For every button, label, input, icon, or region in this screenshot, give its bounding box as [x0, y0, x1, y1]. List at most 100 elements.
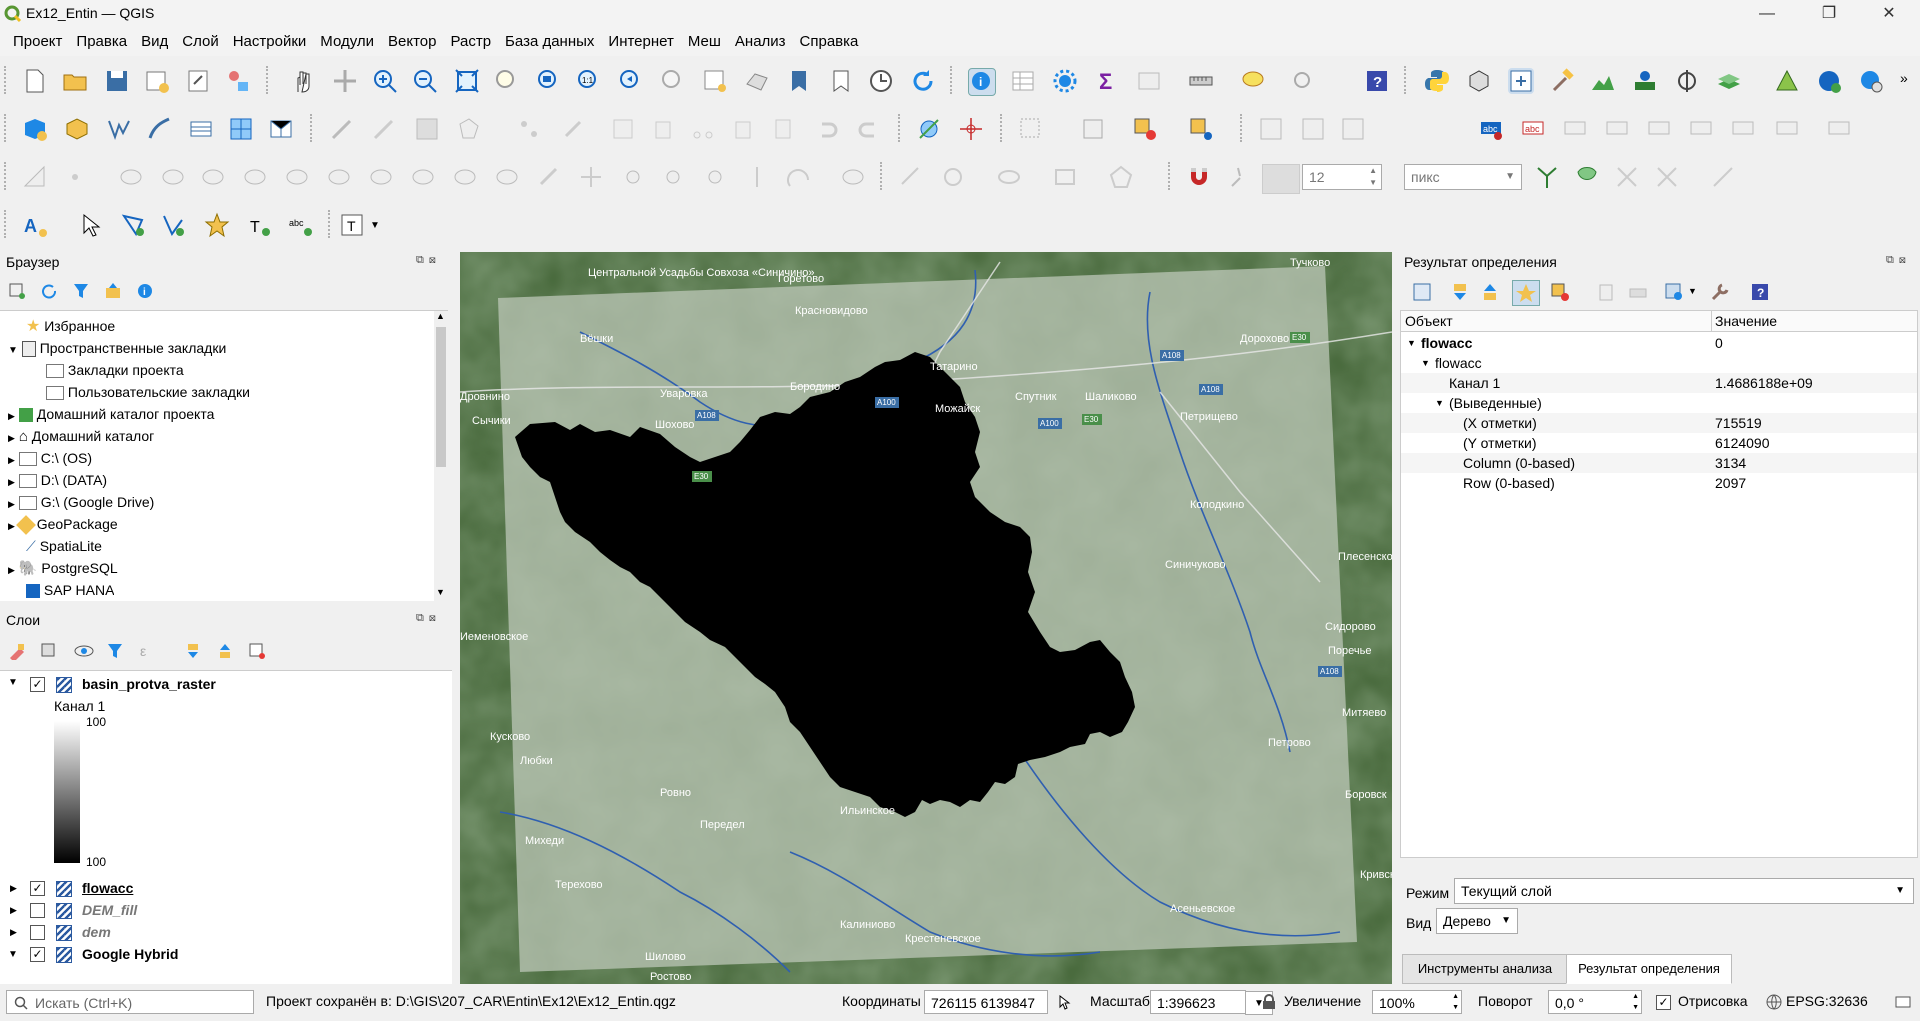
render-checkbox[interactable]: ✓: [1656, 995, 1671, 1010]
select-location-icon[interactable]: [1188, 116, 1214, 142]
map-canvas[interactable]: Центральной Усадьбы Совхоза «Синичино» Г…: [460, 252, 1392, 984]
crs-globe-icon[interactable]: [1766, 994, 1782, 1010]
select-label-icon[interactable]: [78, 212, 104, 238]
refresh-icon[interactable]: [910, 68, 936, 94]
label-tool-9-icon[interactable]: [1826, 116, 1852, 142]
layer-visibility-checkbox[interactable]: ✓: [30, 881, 45, 896]
circle-digitize-icon[interactable]: [940, 164, 966, 190]
highlight-label-icon[interactable]: abc: [1478, 116, 1504, 142]
layer-visibility-checkbox[interactable]: [30, 903, 45, 918]
zoom-last-icon[interactable]: [618, 68, 644, 94]
select-by-value-icon[interactable]: [1080, 116, 1106, 142]
new-mesh-layer-icon[interactable]: [268, 116, 294, 142]
menu-analysis[interactable]: Анализ: [728, 28, 793, 56]
browser-item-sap-hana[interactable]: SAP HANA: [26, 579, 114, 599]
new-map-view-icon[interactable]: [702, 68, 728, 94]
browser-item-favorites[interactable]: ★ Избранное: [26, 315, 115, 337]
identify-mode-select[interactable]: Текущий слой ▼: [1454, 878, 1914, 904]
locator-settings-icon[interactable]: [1290, 68, 1316, 94]
menu-vector[interactable]: Вектор: [381, 28, 443, 56]
chevron-right-icon[interactable]: ▶: [10, 927, 17, 938]
layer-visibility-checkbox[interactable]: ✓: [30, 947, 45, 962]
identify-features-icon[interactable]: i: [968, 68, 996, 96]
label-tool-8-icon[interactable]: [1774, 116, 1800, 142]
add-polygon-feature-icon[interactable]: [456, 116, 482, 142]
expand-all-icon[interactable]: [184, 642, 202, 660]
help-icon[interactable]: ?: [1364, 68, 1390, 94]
layer-flowacc[interactable]: flowacc: [82, 877, 133, 899]
pin-label-icon[interactable]: abc: [1520, 116, 1546, 142]
rotate-feature-icon[interactable]: [744, 164, 770, 190]
spinbox-arrows-icon[interactable]: ▲ ▼: [1369, 165, 1377, 189]
browser-item-spatialite[interactable]: ⟋ SpatiaLite: [26, 535, 102, 557]
processing-toolbox-icon[interactable]: [1052, 68, 1078, 94]
web-search-icon[interactable]: [1858, 68, 1884, 94]
temporal-controller-icon[interactable]: [868, 68, 894, 94]
new-temporary-layer-icon[interactable]: [228, 116, 254, 142]
add-annotation-line-icon[interactable]: [160, 212, 186, 238]
new-print-layout-icon[interactable]: [144, 68, 170, 94]
identify-settings-wrench-icon[interactable]: [1710, 282, 1730, 302]
filter-by-expression-icon[interactable]: ε: [138, 642, 156, 660]
menu-web[interactable]: Интернет: [601, 28, 680, 56]
label-move-icon[interactable]: [1300, 116, 1326, 142]
properties-info-icon[interactable]: i: [136, 282, 154, 300]
select-features-icon[interactable]: [1018, 116, 1044, 142]
copy-results-icon[interactable]: [1596, 282, 1616, 302]
zoom-in-icon[interactable]: [372, 68, 398, 94]
style-manager-icon[interactable]: [226, 68, 252, 94]
expand-new-results-icon[interactable]: [1450, 282, 1470, 302]
layer-labeling-icon[interactable]: A: [22, 212, 48, 238]
menu-settings[interactable]: Настройки: [226, 28, 314, 56]
new-virtual-layer-icon[interactable]: [188, 116, 214, 142]
identify-view-select[interactable]: Дерево ▼: [1436, 908, 1518, 934]
label-toolbar-icon[interactable]: [1258, 116, 1284, 142]
toggle-extents-mouse-icon[interactable]: [1054, 994, 1072, 1012]
menu-database[interactable]: База данных: [498, 28, 601, 56]
delete-selected-icon[interactable]: [650, 116, 676, 142]
browser-item-project-bookmarks[interactable]: Закладки проекта: [46, 359, 184, 381]
vertex-tool-icon[interactable]: [516, 116, 542, 142]
browser-item-drive-c[interactable]: ▶ C:\ (OS): [8, 447, 92, 469]
digitizing-tool-icon[interactable]: [916, 116, 942, 142]
coordinates-field[interactable]: 726115 6139847: [924, 990, 1048, 1014]
browser-item-home[interactable]: ▶ ⌂ Домашний каталог: [8, 425, 154, 447]
filter-browser-icon[interactable]: [72, 282, 90, 300]
map-tips-icon[interactable]: [1240, 68, 1266, 94]
browser-item-spatial-bookmarks[interactable]: ▼ Пространственные закладки: [8, 337, 226, 359]
messages-icon[interactable]: [1894, 994, 1912, 1012]
layer-basin-protva-raster[interactable]: basin_protva_raster: [82, 673, 216, 695]
snapping-intersection-icon[interactable]: [1574, 164, 1600, 190]
simplify-icon[interactable]: [702, 164, 728, 190]
toggle-editing-icon[interactable]: [370, 116, 396, 142]
column-header-value[interactable]: Значение: [1715, 311, 1777, 331]
triangle-plugin-icon[interactable]: [1774, 68, 1800, 94]
plugin-hammer-icon[interactable]: [1550, 68, 1576, 94]
measure-line-icon[interactable]: [1188, 68, 1214, 94]
dock-controls[interactable]: ⧉ ⊠: [1886, 254, 1907, 267]
edit-table-icon[interactable]: [610, 116, 636, 142]
advanced-digitizing-icon[interactable]: [22, 164, 48, 190]
split-parts-icon[interactable]: [452, 164, 478, 190]
add-annotation-text-icon[interactable]: T: [246, 212, 272, 238]
statistical-summary-icon[interactable]: Σ: [1094, 68, 1120, 94]
chevron-down-icon[interactable]: ▼: [1421, 358, 1430, 368]
georeferencer-icon[interactable]: [1508, 68, 1534, 94]
identify-mode-icon[interactable]: [1664, 282, 1686, 302]
label-tool-7-icon[interactable]: [1730, 116, 1756, 142]
browser-item-drive-g[interactable]: ▶ G:\ (Google Drive): [8, 491, 154, 513]
new-shapefile-layer-icon[interactable]: [106, 116, 132, 142]
undo-icon[interactable]: [814, 116, 840, 142]
menu-layer[interactable]: Слой: [175, 28, 225, 56]
pan-to-selection-icon[interactable]: [332, 68, 358, 94]
snapping-tolerance-field[interactable]: 12 ▲ ▼: [1302, 164, 1382, 190]
dock-controls[interactable]: ⧉ ⊠: [416, 612, 437, 625]
locator-search-input[interactable]: Искать (Ctrl+K): [6, 990, 254, 1014]
browser-item-user-bookmarks[interactable]: Пользовательские закладки: [46, 381, 250, 403]
rotation-field[interactable]: 0,0 ° ▲ ▼: [1548, 990, 1642, 1014]
chevron-down-icon[interactable]: ▼: [1407, 338, 1416, 348]
self-snapping-icon[interactable]: [1614, 164, 1640, 190]
new-spatialite-layer-icon[interactable]: [146, 116, 172, 142]
label-tool-3-icon[interactable]: [1562, 116, 1588, 142]
rotate-point-symbols-icon[interactable]: [578, 164, 604, 190]
